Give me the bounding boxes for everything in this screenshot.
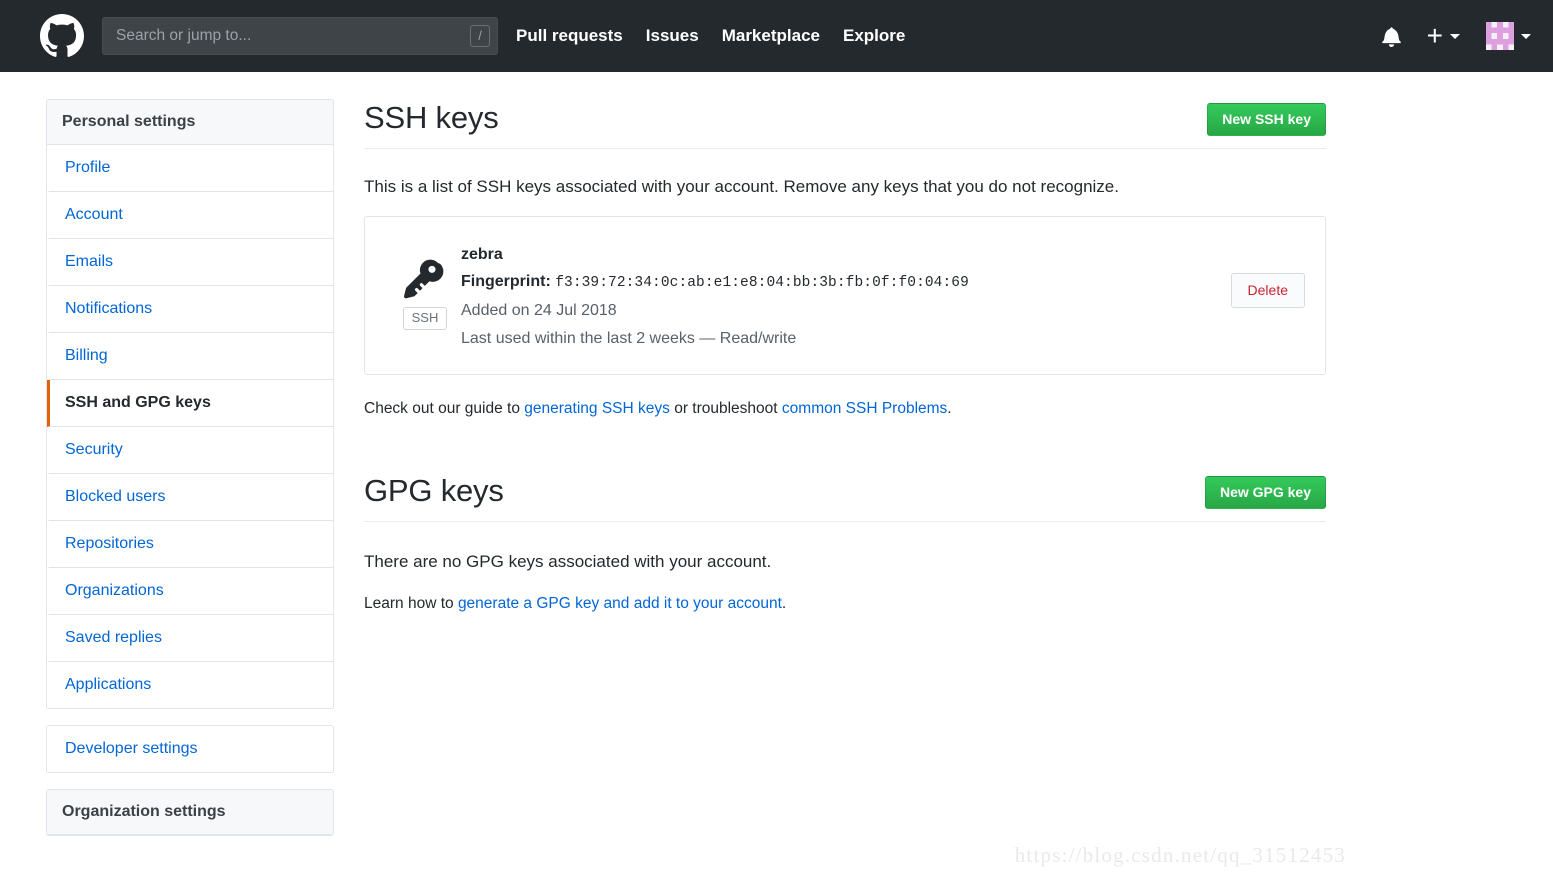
sidebar-item-ssh-and-gpg-keys[interactable]: SSH and GPG keys [47,380,333,427]
ssh-key-title: zebra [461,246,503,264]
sidebar-item-profile[interactable]: Profile [47,145,333,192]
nav-explore[interactable]: Explore [843,26,905,46]
new-ssh-key-button[interactable]: New SSH key [1207,103,1326,137]
ssh-key-icon-column: SSH [389,235,461,331]
sidebar-item-blocked-users[interactable]: Blocked users [47,474,333,521]
ssh-key-added-date: Added on 24 Jul 2018 [461,301,617,319]
ssh-help-prefix: Check out our guide to [364,399,525,417]
key-icon [404,257,446,299]
sidebar-item-organizations[interactable]: Organizations [47,568,333,615]
gpg-learn-prefix: Learn how to [364,595,458,613]
new-gpg-key-button[interactable]: New GPG key [1204,476,1326,510]
ssh-help-middle: or troubleshoot [669,399,782,417]
chevron-down-icon [1521,33,1531,39]
sidebar-item-emails[interactable]: Emails [47,239,333,286]
sidebar-item-saved-replies[interactable]: Saved replies [47,615,333,662]
common-ssh-problems-link[interactable]: common SSH Problems [782,400,947,417]
gpg-keys-header: GPG keys New GPG key [364,472,1326,522]
avatar [1486,22,1514,50]
nav-pull-requests[interactable]: Pull requests [516,26,623,46]
gpg-page-title: GPG keys [364,473,504,508]
gpg-empty-message: There are no GPG keys associated with yo… [364,551,772,571]
header-nav: Pull requests Issues Marketplace Explore [516,26,905,46]
ssh-help-suffix: . [947,399,952,417]
generate-gpg-key-link[interactable]: generate a GPG key and add it to your ac… [458,595,782,612]
gpg-keys-section: GPG keys New GPG key There are no GPG ke… [364,472,1326,616]
sidebar-item-developer-settings[interactable]: Developer settings [47,726,333,772]
watermark: https://blog.csdn.net/qq_31512453 [1014,842,1346,867]
settings-sidebar: Personal settings Profile Account Emails… [46,99,334,836]
ssh-key-details: zebra Fingerprint: f3:39:72:34:0c:ab:e1:… [461,235,1231,354]
search-input[interactable] [102,17,498,55]
gpg-learn-line: Learn how to generate a GPG key and add … [364,592,1326,615]
bell-icon [1381,26,1401,47]
ssh-key-type-badge: SSH [402,307,448,331]
ssh-keys-header: SSH keys New SSH key [364,99,1326,149]
ssh-key-last-used: Last used within the last 2 weeks — Read… [461,330,797,348]
personal-settings-heading: Personal settings [47,100,333,145]
ssh-help-line: Check out our guide to generating SSH ke… [364,397,1326,420]
sidebar-item-repositories[interactable]: Repositories [47,521,333,568]
main-content: SSH keys New SSH key This is a list of S… [364,99,1345,867]
notifications-button[interactable] [1381,26,1401,47]
sidebar-item-notifications[interactable]: Notifications [47,286,333,333]
fingerprint-value: f3:39:72:34:0c:ab:e1:e8:04:bb:3b:fb:0f:f… [555,275,969,292]
header-right-actions: + [1356,22,1531,50]
nav-issues[interactable]: Issues [646,26,699,46]
ssh-key-actions: Delete [1230,235,1305,309]
chevron-down-icon [1450,33,1460,39]
delete-ssh-key-button[interactable]: Delete [1230,273,1305,309]
create-new-button[interactable]: + [1426,20,1460,51]
personal-settings-nav: Personal settings Profile Account Emails… [46,99,334,709]
developer-settings-nav: Developer settings [46,725,334,773]
user-menu-button[interactable] [1486,22,1531,50]
ssh-keys-description: This is a list of SSH keys associated wi… [364,176,1119,196]
page-title: SSH keys [364,100,499,135]
gpg-learn-suffix: . [781,595,787,613]
github-logo-icon[interactable] [40,14,84,58]
sidebar-item-billing[interactable]: Billing [47,333,333,380]
fingerprint-label: Fingerprint: [461,273,551,291]
sidebar-item-security[interactable]: Security [47,427,333,474]
sidebar-item-applications[interactable]: Applications [47,662,333,708]
generating-ssh-keys-link[interactable]: generating SSH keys [524,400,670,417]
organization-settings-heading: Organization settings [47,790,333,835]
page-body: Personal settings Profile Account Emails… [0,72,1553,867]
nav-marketplace[interactable]: Marketplace [722,26,820,46]
plus-icon: + [1426,20,1443,51]
organization-settings-nav: Organization settings [46,789,334,836]
search-box[interactable]: / [102,17,498,55]
global-header: / Pull requests Issues Marketplace Explo… [0,0,1553,72]
ssh-key-fingerprint-line: Fingerprint: f3:39:72:34:0c:ab:e1:e8:04:… [461,268,1231,296]
sidebar-item-account[interactable]: Account [47,192,333,239]
ssh-key-row: SSH zebra Fingerprint: f3:39:72:34:0c:ab… [364,216,1326,375]
